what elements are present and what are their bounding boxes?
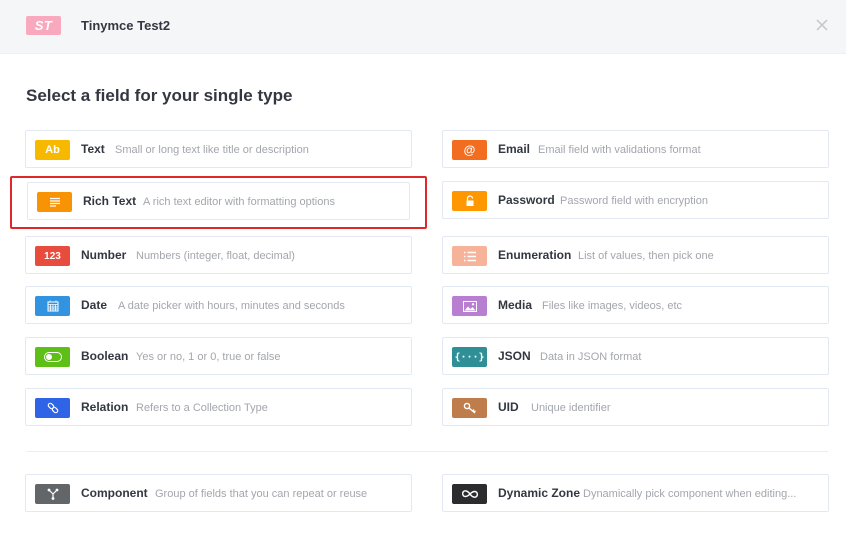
at-icon: @ [452,140,487,160]
field-text-button[interactable]: Ab Text Small or long text like title or… [25,130,412,168]
field-description: Files like images, videos, etc [542,300,682,312]
field-name: JSON [498,349,531,363]
modal-header: ST Tinymce Test2 [0,0,846,54]
link-icon [35,398,70,418]
field-name: Enumeration [498,248,572,262]
content-type-badge: ST [26,16,61,35]
field-description: List of values, then pick one [578,250,714,262]
field-name: Boolean [81,349,129,363]
field-description: A rich text editor with formatting optio… [143,196,335,208]
field-component-button[interactable]: Component Group of fields that you can r… [25,474,412,512]
field-description: Unique identifier [531,402,611,414]
field-uid-button[interactable]: UID Unique identifier [442,388,829,426]
text-icon: Ab [35,140,70,160]
close-icon[interactable] [813,16,831,34]
lock-icon [452,191,487,211]
field-rich-text-button[interactable]: Rich Text A rich text editor with format… [27,182,410,220]
field-name: Email [498,142,531,156]
image-icon [452,296,487,316]
key-icon [452,398,487,418]
page-title: Select a field for your single type [26,86,293,105]
field-password-button[interactable]: Password Password field with encryption [442,181,829,219]
field-description: Small or long text like title or descrip… [115,144,309,156]
toggle-icon [35,347,70,367]
braces-icon: {···} [452,347,487,367]
field-name: Number [81,248,127,262]
field-name: Relation [81,400,129,414]
field-name: Component [81,486,148,500]
infinity-icon [452,484,487,504]
list-icon [452,246,487,266]
field-enumeration-button[interactable]: Enumeration List of values, then pick on… [442,236,829,274]
calendar-icon [35,296,70,316]
field-description: A date picker with hours, minutes and se… [118,300,345,312]
field-number-button[interactable]: 123 Number Numbers (integer, float, deci… [25,236,412,274]
field-boolean-button[interactable]: Boolean Yes or no, 1 or 0, true or false [25,337,412,375]
field-media-button[interactable]: Media Files like images, videos, etc [442,286,829,324]
field-relation-button[interactable]: Relation Refers to a Collection Type [25,388,412,426]
field-description: Password field with encryption [560,195,708,207]
field-json-button[interactable]: {···} JSON Data in JSON format [442,337,829,375]
field-name: Media [498,298,533,312]
field-name: UID [498,400,519,414]
number-icon: 123 [35,246,70,266]
component-icon [35,484,70,504]
field-name: Password [498,193,555,207]
field-name: Dynamic Zone [498,486,581,500]
field-description: Email field with validations format [538,144,701,156]
field-description: Yes or no, 1 or 0, true or false [136,351,281,363]
field-name: Text [81,142,105,156]
field-description: Dynamically pick component when editing.… [583,488,797,500]
field-date-button[interactable]: Date A date picker with hours, minutes a… [25,286,412,324]
field-name: Date [81,298,108,312]
section-divider [26,451,828,452]
field-description: Refers to a Collection Type [136,402,268,414]
paragraph-lines-icon [37,192,72,212]
field-description: Group of fields that you can repeat or r… [155,488,368,500]
field-dynamic-zone-button[interactable]: Dynamic Zone Dynamically pick component … [442,474,829,512]
field-email-button[interactable]: @ Email Email field with validations for… [442,130,829,168]
field-name: Rich Text [83,194,137,208]
field-description: Numbers (integer, float, decimal) [136,250,295,262]
field-description: Data in JSON format [540,351,642,363]
modal-title: Tinymce Test2 [81,18,171,33]
